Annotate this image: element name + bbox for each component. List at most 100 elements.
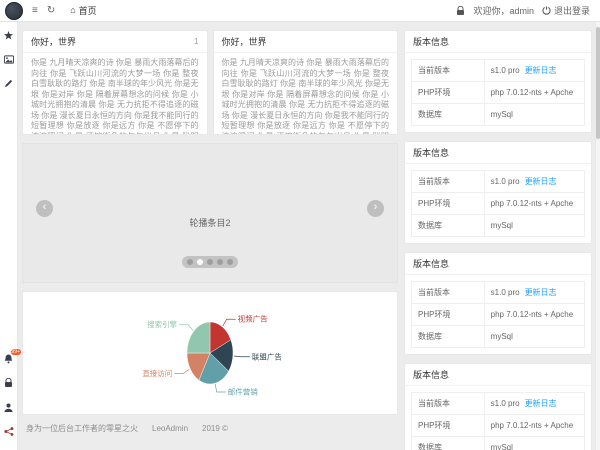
power-icon <box>542 6 551 15</box>
row-value: php 7.0.12-nts + Apche <box>484 304 584 326</box>
logout-button[interactable]: 退出登录 <box>542 4 590 17</box>
footer-year: 2019 © <box>202 424 228 433</box>
pie-label-联盟广告: 联盟广告 <box>252 351 282 361</box>
panel-body: 当前版本 s1.0 pro更新日志 PHP环境 php 7.0.12-nts +… <box>405 386 591 450</box>
table-row: 数据库 mySql <box>412 215 585 237</box>
bell-badge: 99+ <box>11 349 21 355</box>
changelog-link[interactable]: 更新日志 <box>525 399 557 408</box>
pie-label-直接访问: 直接访问 <box>142 368 172 378</box>
table-row: 当前版本 s1.0 pro 更新日志 <box>412 282 585 304</box>
user-icon[interactable] <box>4 402 14 412</box>
row-value: s1.0 pro 更新日志 <box>484 60 584 82</box>
version-value: s1.0 pro <box>491 66 520 75</box>
carousel-dot-2[interactable] <box>197 259 203 265</box>
images-icon[interactable] <box>4 54 14 64</box>
version-panel-3: 版本信息 当前版本 s1.0 pro 更新日志 PHP环境 php 7.0.12-… <box>404 252 592 355</box>
carousel-caption: 轮播条目2 <box>23 216 397 229</box>
pie-label-line <box>179 325 193 331</box>
row-value: s1.0 pro 更新日志 <box>484 282 584 304</box>
table-row: 当前版本 s1.0 pro 更新日志 <box>412 60 585 82</box>
share-icon[interactable] <box>4 426 14 436</box>
table-row: 当前版本 s1.0 pro 更新日志 <box>412 171 585 193</box>
carousel: ‹ › 轮播条目2 <box>22 143 398 283</box>
pie-label-视频广告: 视频广告 <box>238 314 268 324</box>
avatar[interactable] <box>5 2 23 20</box>
refresh-icon[interactable]: ↻ <box>47 6 55 16</box>
card-header: 你好，世界 1 <box>23 31 207 53</box>
pie-label-line <box>223 319 236 326</box>
greeting-cards-row: 你好，世界 1 你是 九月晴天凉爽的诗 你是 暴雨大雨落幕后的向往 你是 飞跃山… <box>22 30 398 135</box>
right-column: 版本信息 当前版本 s1.0 pro 更新日志 PHP环境 php 7.0.12-… <box>404 30 592 450</box>
row-label: PHP环境 <box>412 304 485 326</box>
carousel-dots <box>182 256 238 268</box>
version-table: 当前版本 s1.0 pro 更新日志 PHP环境 php 7.0.12-nts +… <box>411 59 585 126</box>
row-value: mySql <box>484 437 584 450</box>
version-panel-4: 版本信息 当前版本 s1.0 pro更新日志 PHP环境 php 7.0.12-… <box>404 363 592 450</box>
panel-body: 当前版本 s1.0 pro更新日志 PHP环境 php 7.0.12-nts +… <box>405 164 591 243</box>
row-label: PHP环境 <box>412 415 485 437</box>
version-value: s1.0 pro <box>491 177 520 186</box>
carousel-dot-1[interactable] <box>187 259 193 265</box>
changelog-link[interactable]: 更新日志 <box>525 66 557 75</box>
row-label: 数据库 <box>412 215 485 237</box>
carousel-prev-button[interactable]: ‹ <box>36 200 53 217</box>
version-table: 当前版本 s1.0 pro 更新日志 PHP环境 php 7.0.12-nts +… <box>411 281 585 348</box>
lock-screen-icon[interactable] <box>455 6 465 16</box>
row-value: php 7.0.12-nts + Apche <box>484 82 584 104</box>
welcome-text: 欢迎你，admin <box>473 4 534 17</box>
version-panel-2: 版本信息 当前版本 s1.0 pro更新日志 PHP环境 php 7.0.12-… <box>404 141 592 244</box>
carousel-next-button[interactable]: › <box>367 200 384 217</box>
row-value: mySql <box>484 104 584 126</box>
topbar-right: 欢迎你，admin 退出登录 <box>455 4 600 17</box>
row-value: mySql <box>484 215 584 237</box>
row-label: 数据库 <box>412 104 485 126</box>
version-table: 当前版本 s1.0 pro更新日志 PHP环境 php 7.0.12-nts +… <box>411 392 585 450</box>
pie-label-line <box>215 384 226 392</box>
panel-title: 版本信息 <box>405 253 591 275</box>
scrollbar-thumb[interactable] <box>596 27 600 139</box>
main-column: 你好，世界 1 你是 九月晴天凉爽的诗 你是 暴雨大雨落幕后的向往 你是 飞跃山… <box>22 30 398 450</box>
card-body-text: 你是 九月晴天凉爽的诗 你是 暴雨大雨落幕后的向往 你是 飞跃山川河流的大梦一场… <box>23 53 207 135</box>
row-label: PHP环境 <box>412 193 485 215</box>
window-scrollbar[interactable] <box>595 22 600 450</box>
carousel-dot-5[interactable] <box>227 259 233 265</box>
version-value: s1.0 pro <box>491 399 520 408</box>
leoadmin-dashboard: ≡ ↻ ⌂ 首页 欢迎你，admin 退出登录 <box>0 0 600 450</box>
row-label: 当前版本 <box>412 282 485 304</box>
row-label: 当前版本 <box>412 171 485 193</box>
table-row: 数据库 mySql <box>412 104 585 126</box>
pie-label-邮件营销: 邮件营销 <box>228 387 258 397</box>
pie-label-line <box>174 369 189 373</box>
star-icon[interactable] <box>4 30 14 40</box>
bell-icon[interactable]: 99+ <box>4 354 14 364</box>
pie-label-搜索引擎: 搜索引擎 <box>147 319 177 329</box>
tab-home[interactable]: ⌂ 首页 <box>64 0 102 22</box>
table-row: 数据库 mySql <box>412 326 585 348</box>
changelog-link[interactable]: 更新日志 <box>525 288 557 297</box>
lock-icon[interactable] <box>4 378 14 388</box>
table-row: 数据库 mySql <box>412 437 585 450</box>
pen-icon[interactable] <box>4 78 14 88</box>
logout-label: 退出登录 <box>554 4 590 17</box>
tab-home-label: 首页 <box>79 4 97 17</box>
card-badge: 1 <box>194 37 198 46</box>
version-value: s1.0 pro <box>491 288 520 297</box>
row-label: 当前版本 <box>412 60 485 82</box>
table-row: PHP环境 php 7.0.12-nts + Apche <box>412 82 585 104</box>
row-label: PHP环境 <box>412 82 485 104</box>
row-label: 数据库 <box>412 437 485 450</box>
pie-chart: 视频广告联盟广告邮件营销 直接访问 搜索引擎 <box>23 295 397 413</box>
collapse-menu-icon[interactable]: ≡ <box>32 6 38 16</box>
version-panel-1: 版本信息 当前版本 s1.0 pro更新日志 PHP环境 php 7.0.12-… <box>404 30 592 133</box>
row-value: s1.0 pro 更新日志 <box>484 393 584 415</box>
greeting-card-2: 你好，世界 你是 九月晴天凉爽的诗 你是 暴雨大雨落幕后的向往 你是 飞跃山川河… <box>213 30 399 135</box>
version-table: 当前版本 s1.0 pro更新日志 PHP环境 php 7.0.12-nts +… <box>411 170 585 237</box>
pie-slice-搜索引擎[interactable] <box>187 322 210 353</box>
carousel-dot-3[interactable] <box>207 259 213 265</box>
card-title: 你好，世界 <box>31 35 76 48</box>
changelog-link[interactable]: 更新日志 <box>525 177 557 186</box>
card-title: 你好，世界 <box>222 35 267 48</box>
pie-label-line <box>234 356 250 357</box>
carousel-dot-4[interactable] <box>217 259 223 265</box>
panel-title: 版本信息 <box>405 142 591 164</box>
